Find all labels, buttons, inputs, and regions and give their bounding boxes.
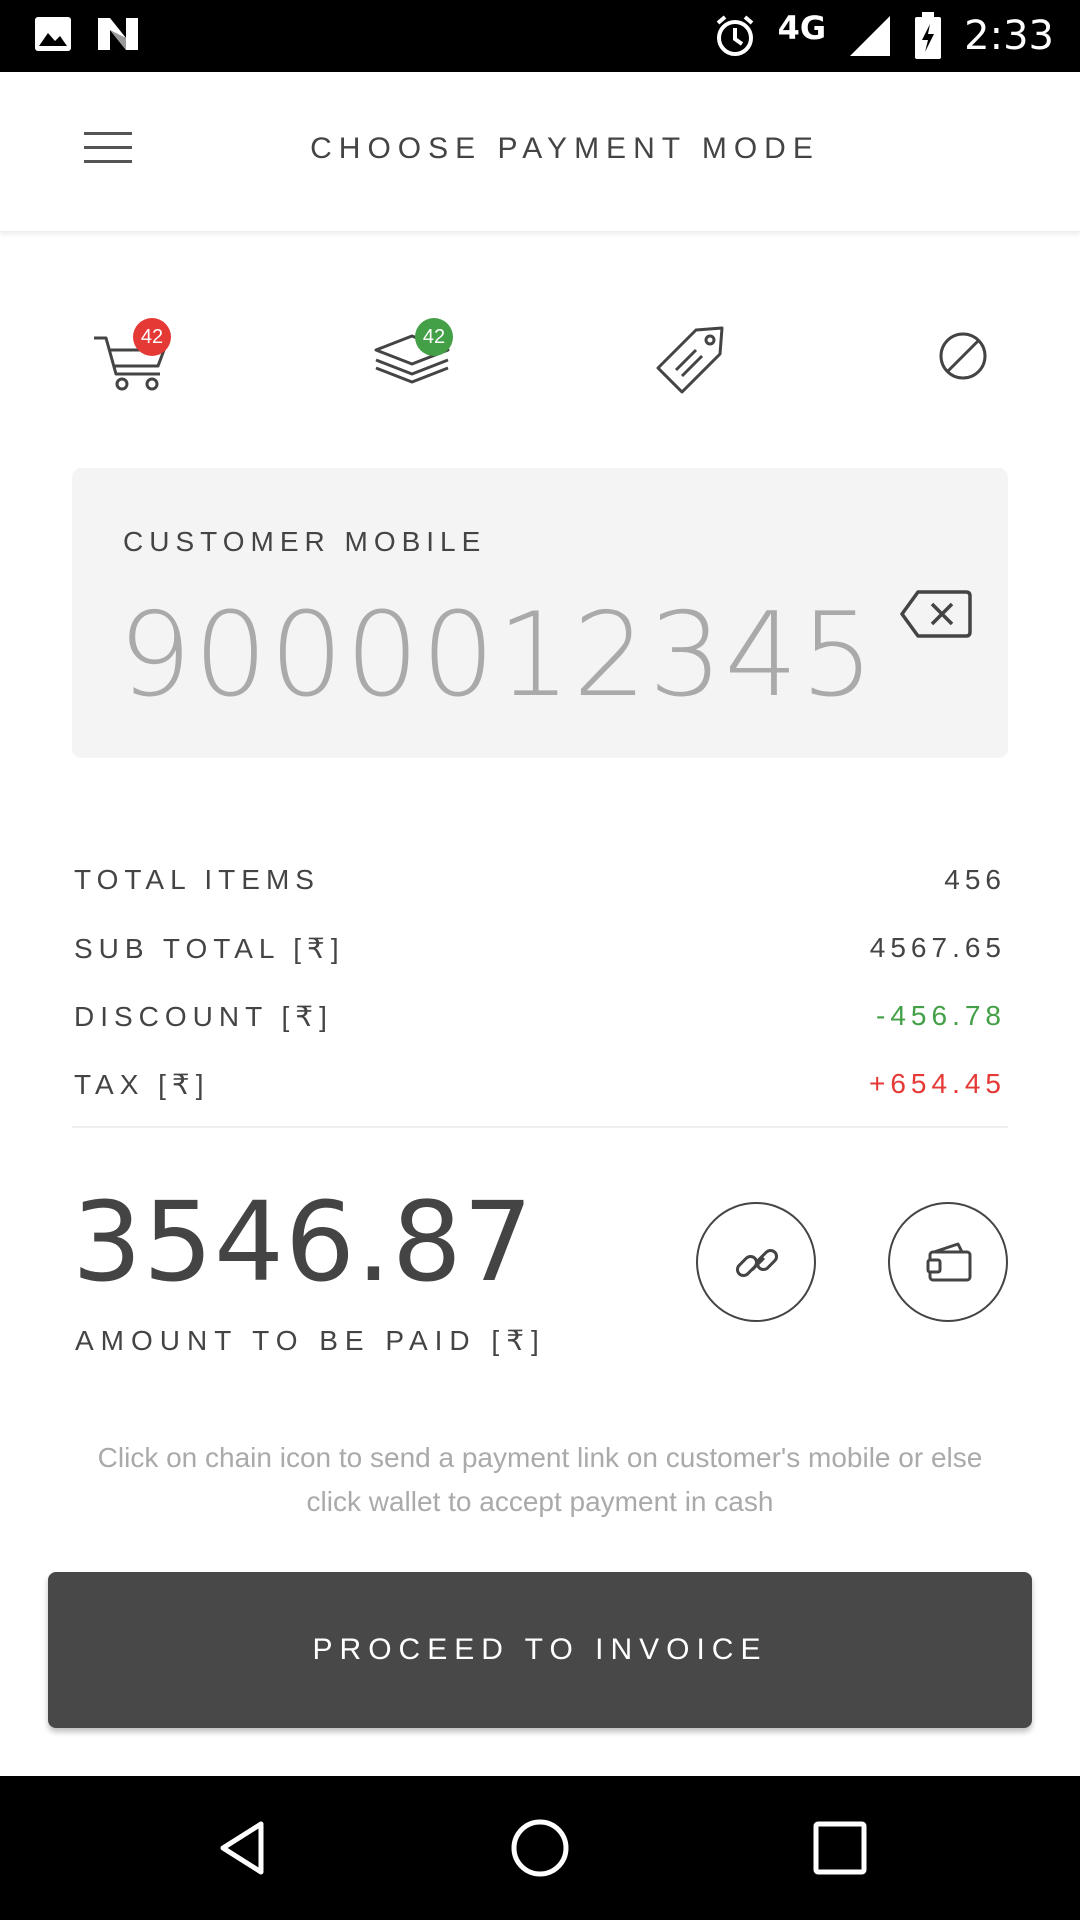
customer-mobile-card: CUSTOMER MOBILE 9000012345 xyxy=(72,468,1008,758)
recents-icon[interactable] xyxy=(765,1776,915,1920)
cart-badge: 42 xyxy=(133,318,171,356)
status-bar: 4G 2:33 xyxy=(0,0,1080,72)
amount-to-pay-label: AMOUNT TO BE PAID [₹] xyxy=(75,1325,546,1356)
wallet-icon xyxy=(926,1242,972,1282)
tab-tag[interactable] xyxy=(646,312,736,402)
tax-label: TAX [₹] xyxy=(74,1069,210,1100)
back-icon[interactable] xyxy=(168,1776,318,1920)
total-items-value: 456 xyxy=(944,864,1006,895)
page-title: CHOOSE PAYMENT MODE xyxy=(310,132,820,165)
no-entry-icon xyxy=(939,332,987,380)
home-icon[interactable] xyxy=(465,1776,615,1920)
status-right: 4G 2:33 xyxy=(714,0,1054,72)
cash-wallet-button[interactable] xyxy=(888,1202,1008,1322)
image-icon xyxy=(35,17,71,51)
sub-total-value: 4567.65 xyxy=(869,932,1006,963)
summary-row-sub-total: SUB TOTAL [₹] 4567.65 xyxy=(74,924,1006,992)
signal-icon xyxy=(850,16,891,56)
discount-label: DISCOUNT [₹] xyxy=(74,1001,333,1032)
discount-value: -456.78 xyxy=(876,1000,1006,1031)
chain-link-icon xyxy=(735,1248,779,1278)
tab-layers[interactable]: 42 xyxy=(370,312,460,402)
alarm-icon xyxy=(716,15,753,56)
network-type: 4G xyxy=(777,9,827,47)
tax-value: +654.45 xyxy=(869,1068,1006,1099)
customer-mobile-input[interactable]: 9000012345 xyxy=(118,588,876,723)
tag-icon xyxy=(656,326,724,394)
proceed-to-invoice-button[interactable]: PROCEED TO INVOICE xyxy=(48,1572,1032,1728)
sub-total-label: SUB TOTAL [₹] xyxy=(74,933,345,964)
backspace-icon[interactable] xyxy=(898,584,974,644)
tab-no-entry[interactable] xyxy=(918,312,1008,402)
status-left xyxy=(34,16,140,52)
order-summary: TOTAL ITEMS 456 SUB TOTAL [₹] 4567.65 DI… xyxy=(74,856,1006,1128)
n-icon xyxy=(98,18,138,50)
battery-charging-icon xyxy=(915,12,942,59)
summary-row-total-items: TOTAL ITEMS 456 xyxy=(74,856,1006,924)
layers-badge: 42 xyxy=(415,318,453,356)
summary-divider xyxy=(72,1126,1008,1128)
summary-row-discount: DISCOUNT [₹] -456.78 xyxy=(74,992,1006,1060)
payment-hint-text: Click on chain icon to send a payment li… xyxy=(97,1442,983,1517)
customer-mobile-label: CUSTOMER MOBILE xyxy=(123,526,487,557)
send-payment-link-button[interactable] xyxy=(696,1202,816,1322)
tab-cart[interactable]: 42 xyxy=(88,312,178,402)
status-time: 2:33 xyxy=(964,13,1054,59)
total-items-label: TOTAL ITEMS xyxy=(74,864,320,895)
summary-row-tax: TAX [₹] +654.45 xyxy=(74,1060,1006,1128)
navigation-bar xyxy=(0,1776,1080,1920)
app-bar: CHOOSE PAYMENT MODE xyxy=(0,72,1080,232)
amount-to-pay-value: 3546.87 xyxy=(72,1178,534,1306)
icon-tabs: 42 42 xyxy=(0,300,1080,410)
